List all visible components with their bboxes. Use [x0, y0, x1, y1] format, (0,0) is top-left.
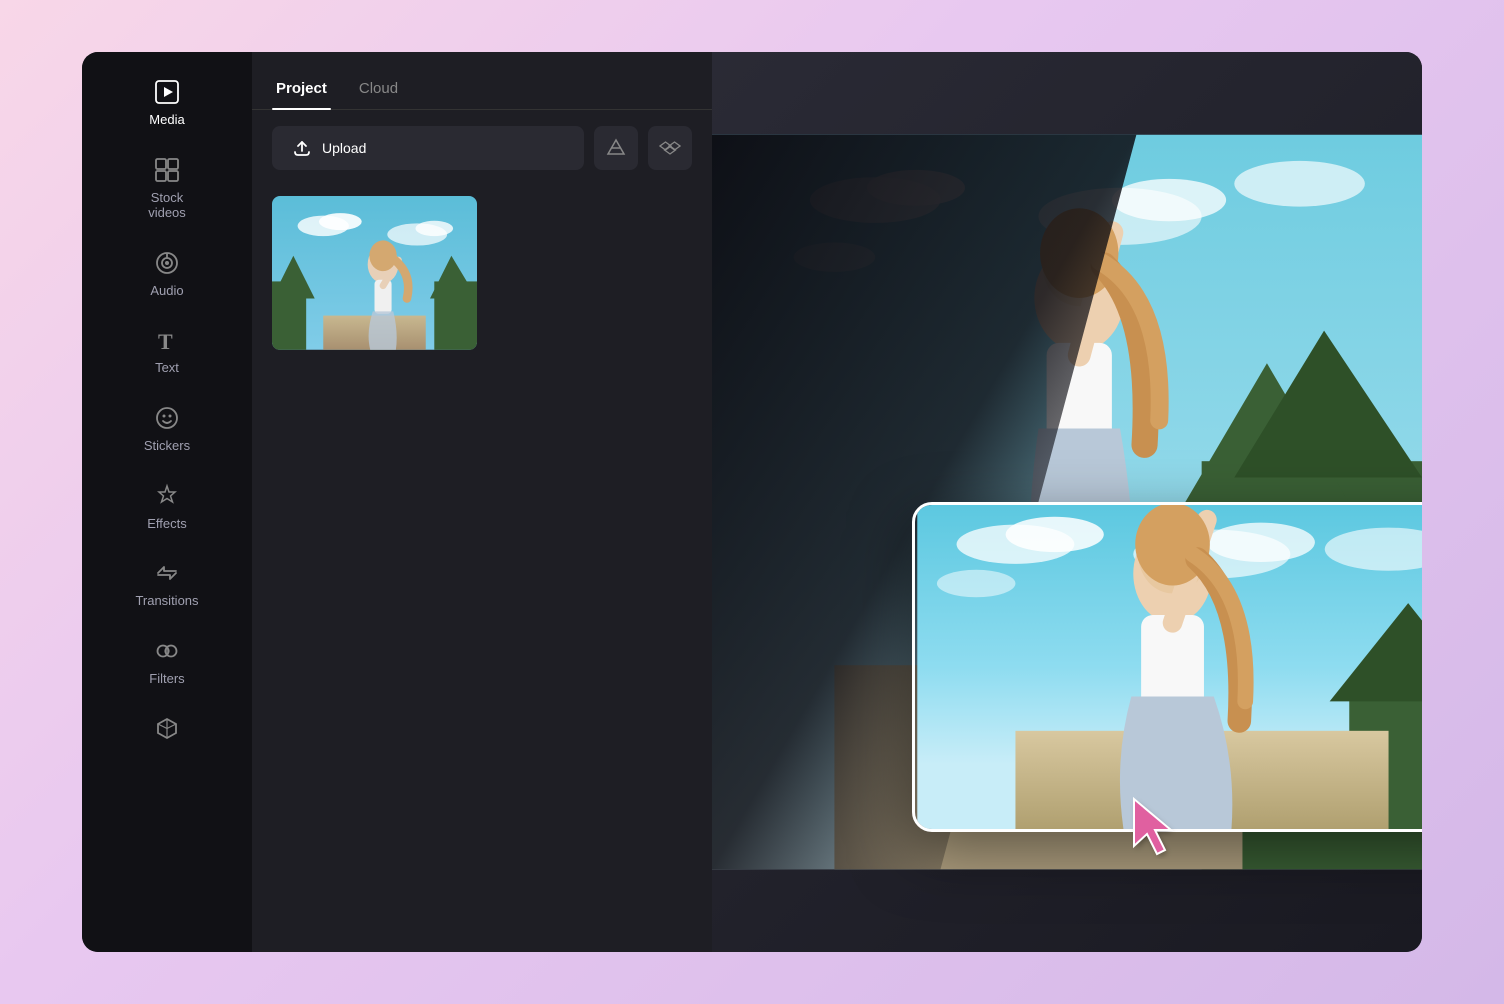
upload-icon — [292, 138, 312, 158]
preview-area — [712, 52, 1422, 952]
sidebar-label-media: Media — [149, 112, 184, 128]
sidebar-label-effects: Effects — [147, 516, 187, 532]
media-thumbnail[interactable] — [272, 196, 477, 350]
tabs-bar: Project Cloud — [252, 52, 712, 110]
sidebar-item-filters[interactable]: Filters — [82, 623, 252, 701]
filters-icon — [153, 637, 181, 665]
google-drive-icon — [605, 137, 627, 159]
sidebar-item-media[interactable]: Media — [82, 64, 252, 142]
zoom-card — [912, 502, 1422, 832]
sidebar-label-transitions: Transitions — [135, 593, 198, 609]
grid-icon — [153, 156, 181, 184]
sidebar-item-audio[interactable]: Audio — [82, 235, 252, 313]
tab-cloud[interactable]: Cloud — [355, 72, 402, 109]
cursor-svg — [1129, 794, 1184, 859]
google-drive-button[interactable] — [594, 126, 638, 170]
text-icon: T — [153, 326, 181, 354]
media-grid — [252, 186, 712, 360]
sidebar: Media Stockvideos — [82, 52, 252, 952]
sidebar-item-text[interactable]: T Text — [82, 312, 252, 390]
upload-button[interactable]: Upload — [272, 126, 584, 170]
play-icon — [153, 78, 181, 106]
sidebar-label-filters: Filters — [149, 671, 184, 687]
app-window: Media Stockvideos — [82, 52, 1422, 952]
cursor-pointer — [1129, 794, 1184, 864]
upload-row: Upload — [252, 110, 712, 186]
audio-icon — [153, 249, 181, 277]
effects-icon — [153, 482, 181, 510]
dropbox-button[interactable] — [648, 126, 692, 170]
sidebar-label-stock-videos: Stockvideos — [148, 190, 186, 221]
svg-text:T: T — [158, 329, 173, 353]
sidebar-item-stock-videos[interactable]: Stockvideos — [82, 142, 252, 235]
sidebar-label-stickers: Stickers — [144, 438, 190, 454]
dropbox-icon — [659, 137, 681, 159]
sidebar-item-3d[interactable] — [82, 700, 252, 756]
sidebar-item-effects[interactable]: Effects — [82, 468, 252, 546]
zoom-card-image — [915, 505, 1422, 829]
3d-icon — [153, 714, 181, 742]
sidebar-label-audio: Audio — [150, 283, 183, 299]
sidebar-item-transitions[interactable]: Transitions — [82, 545, 252, 623]
sidebar-label-text: Text — [155, 360, 179, 376]
stickers-icon — [153, 404, 181, 432]
sidebar-item-stickers[interactable]: Stickers — [82, 390, 252, 468]
upload-label: Upload — [322, 140, 366, 156]
tab-project[interactable]: Project — [272, 72, 331, 109]
left-panel: Project Cloud Upload — [252, 52, 712, 952]
transitions-icon — [153, 559, 181, 587]
